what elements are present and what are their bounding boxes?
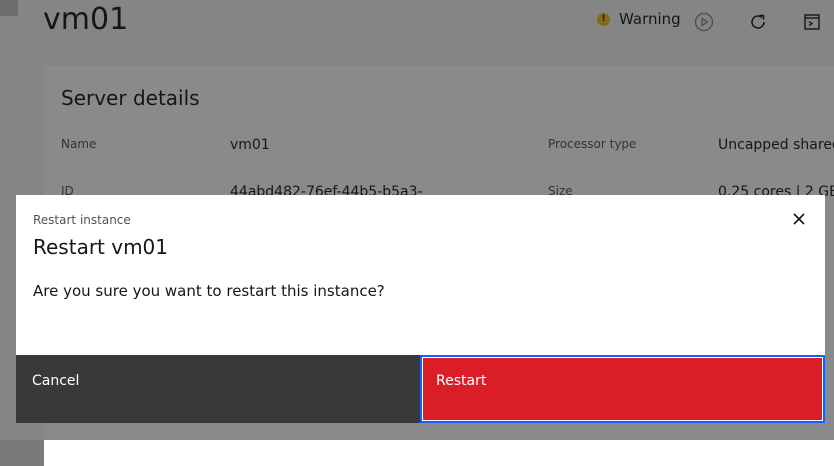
close-button[interactable] [787,208,811,232]
modal-body-text: Are you sure you want to restart this in… [33,282,385,300]
cancel-button[interactable]: Cancel [16,355,420,423]
restart-button[interactable]: Restart [420,355,825,423]
restart-modal: Restart instance Restart vm01 Are you su… [16,195,825,423]
modal-footer: Cancel Restart [16,355,825,423]
close-icon [792,211,806,230]
modal-label: Restart instance [33,213,131,227]
modal-heading: Restart vm01 [33,235,169,259]
